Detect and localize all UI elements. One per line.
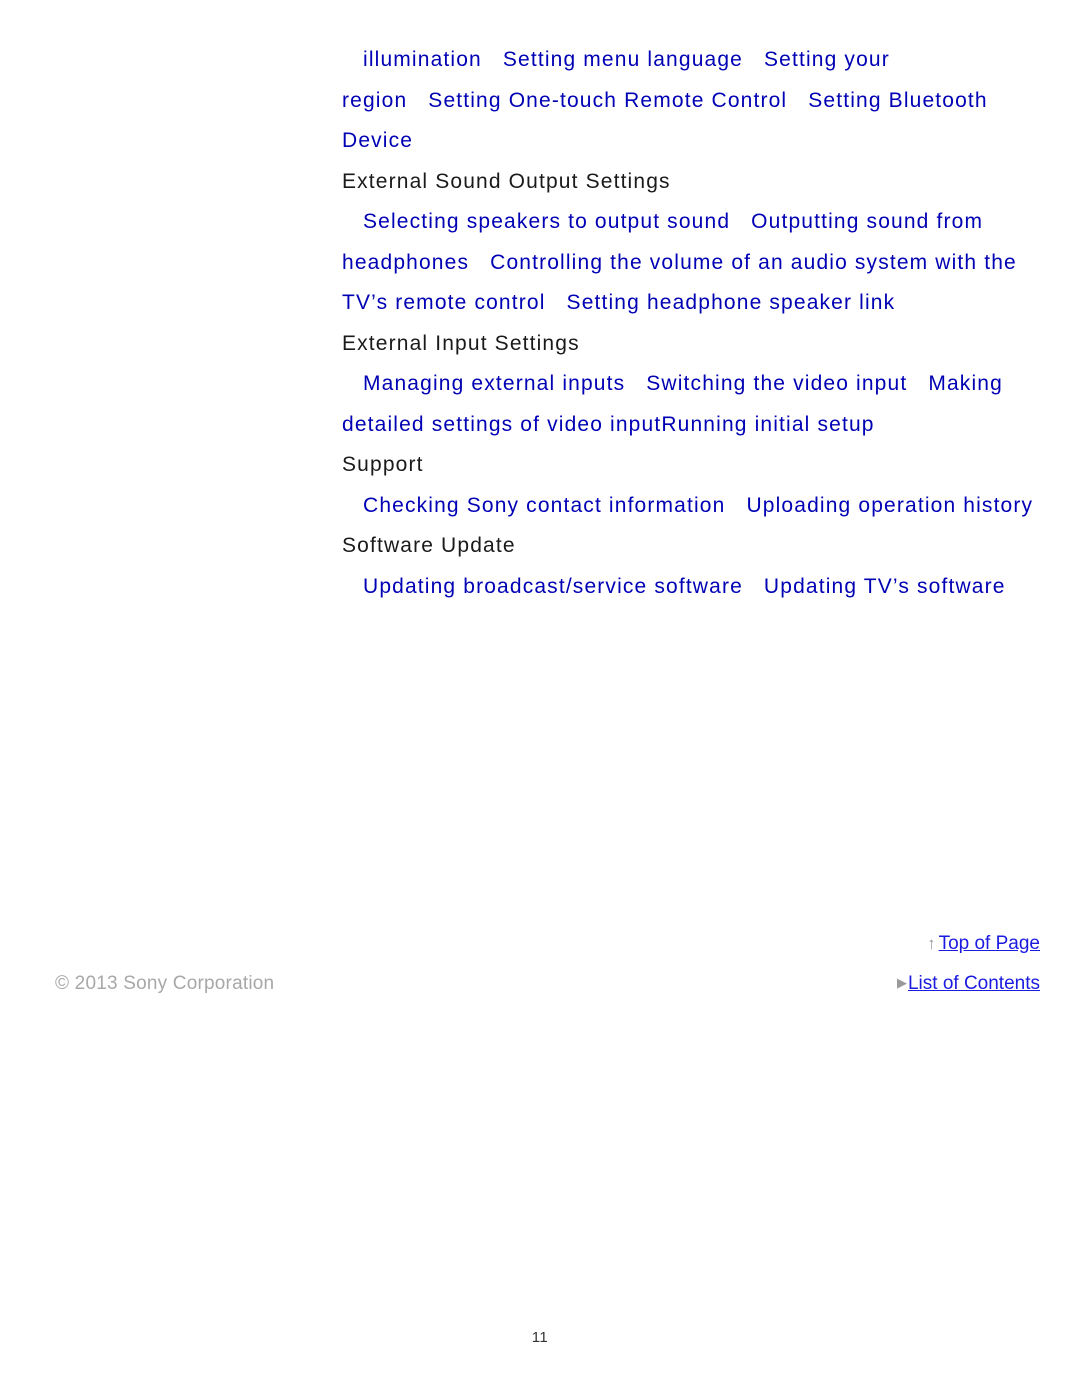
arrow-up-icon: ↑ [927, 934, 936, 953]
triangle-right-icon: ▶ [896, 975, 907, 990]
toc-link[interactable]: Uploading operation history [746, 494, 1033, 517]
toc-link[interactable]: Selecting speakers to output sound [363, 210, 730, 233]
footer-navigation: ↑ Top of Page ▶List of Contents [720, 931, 1040, 997]
toc-heading: External Input Settings [342, 331, 580, 355]
top-of-page-label: Top of Page [938, 933, 1040, 954]
toc-link[interactable]: Checking Sony contact information [363, 494, 725, 517]
copyright-notice: © 2013 Sony Corporation [55, 973, 275, 994]
toc-heading: Support [342, 453, 424, 476]
toc-link[interactable]: Running initial setup [661, 413, 874, 436]
list-of-contents-label: List of Contents [907, 973, 1040, 994]
toc-link[interactable]: Managing external inputs [363, 372, 625, 395]
toc-heading: Software Update [342, 534, 516, 557]
toc-link[interactable]: illumination [363, 48, 482, 71]
table-of-contents: illumination Setting menu language Setting… [342, 40, 1042, 607]
page-number: 11 [531, 1329, 549, 1346]
toc-heading: External Sound Output Settings [342, 169, 671, 193]
list-of-contents-link[interactable]: ▶List of Contents [720, 971, 1040, 997]
toc-link[interactable]: Updating TV’s software [764, 575, 1006, 598]
document-page: illumination Setting menu language Setting… [0, 0, 1080, 1397]
top-of-page-link[interactable]: ↑ Top of Page [720, 931, 1040, 957]
toc-link[interactable]: Updating broadcast/service software [363, 575, 743, 598]
toc-link[interactable]: Setting headphone speaker link [567, 291, 896, 314]
toc-link[interactable]: Setting menu language [503, 48, 743, 71]
toc-link[interactable]: Setting One-touch Remote Control [428, 89, 787, 112]
toc-link[interactable]: Switching the video input [646, 372, 907, 395]
